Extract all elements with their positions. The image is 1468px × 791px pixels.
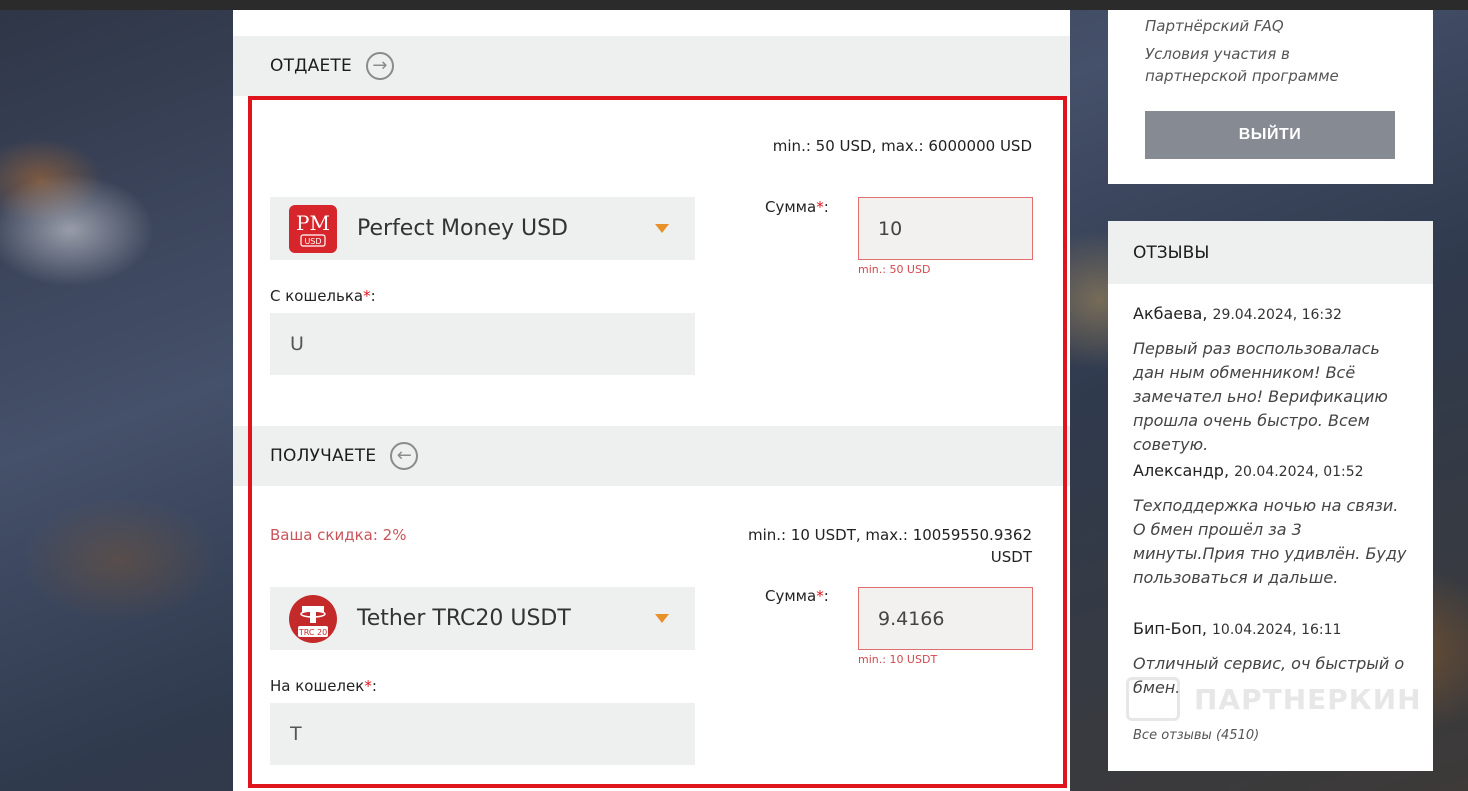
give-title: ОТДАЕТЕ	[270, 56, 352, 76]
arrow-right-circle-icon[interactable]: →	[365, 52, 394, 80]
review-author: Бип-Боп,	[1133, 619, 1207, 638]
receive-section-header: ПОЛУЧАЕТЕ ←	[233, 426, 1070, 486]
give-section-header: ОТДАЕТЕ →	[233, 36, 1070, 96]
review-item: Бип-Боп, 10.04.2024, 16:11 Отличный серв…	[1133, 619, 1413, 700]
tether-logo-icon: TRC 20	[289, 594, 337, 643]
receive-limits: min.: 10 USDT, max.: 10059550.9362 USDT	[747, 526, 1032, 566]
review-item: Александр, 20.04.2024, 01:52 Техподдержк…	[1133, 461, 1413, 590]
discount-text: Ваша скидка: 2%	[270, 526, 407, 544]
reviews-title: ОТЗЫВЫ	[1133, 242, 1210, 263]
give-sum-input[interactable]	[858, 197, 1033, 260]
reviews-panel: ОТЗЫВЫ Акбаева, 29.04.2024, 16:32 Первый…	[1108, 221, 1433, 771]
all-reviews-link[interactable]: Все отзывы (4510)	[1133, 728, 1259, 743]
receive-sum-label: Сумма*:	[765, 587, 829, 605]
perfect-money-logo-icon: PM USD	[289, 204, 337, 253]
partner-faq-link[interactable]: Партнёрский FAQ	[1145, 15, 1284, 37]
review-date: 29.04.2024, 16:32	[1212, 307, 1342, 323]
chevron-down-icon	[655, 224, 669, 233]
receive-sum-input[interactable]	[858, 587, 1033, 650]
receive-sum-hint: min.: 10 USDT	[858, 653, 938, 666]
give-sum-label: Сумма*:	[765, 198, 829, 216]
logout-button[interactable]: ВЫЙТИ	[1145, 111, 1395, 159]
partner-panel: Партнёрский FAQ Условия участия в партне…	[1108, 10, 1433, 184]
top-bar	[0, 0, 1468, 10]
arrow-left-circle-icon[interactable]: ←	[390, 442, 419, 470]
review-item: Акбаева, 29.04.2024, 16:32 Первый раз во…	[1133, 304, 1413, 457]
review-text: Отличный сервис, оч быстрый о бмен.	[1133, 654, 1405, 697]
receive-currency-select[interactable]: TRC 20 Tether TRC20 USDT	[270, 587, 695, 650]
review-author: Александр,	[1133, 461, 1230, 480]
review-date: 20.04.2024, 01:52	[1234, 464, 1364, 480]
exchange-form: ОТДАЕТЕ → min.: 50 USD, max.: 6000000 US…	[233, 10, 1070, 791]
give-sum-hint: min.: 50 USD	[858, 263, 931, 276]
chevron-down-icon	[655, 614, 669, 623]
give-currency-select[interactable]: PM USD Perfect Money USD	[270, 197, 695, 260]
review-text: Техподдержка ночью на связи. О бмен прош…	[1133, 496, 1407, 587]
pm-logo-subtext: USD	[304, 237, 321, 246]
give-wallet-input[interactable]	[270, 313, 695, 375]
receive-wallet-label: На кошелек*:	[270, 677, 377, 695]
review-author: Акбаева,	[1133, 304, 1208, 323]
receive-title: ПОЛУЧАЕТЕ	[270, 446, 377, 466]
pm-logo-text: PM	[296, 211, 330, 235]
give-wallet-label: С кошелька*:	[270, 287, 376, 305]
review-date: 10.04.2024, 16:11	[1212, 622, 1342, 638]
review-text: Первый раз воспользовалась дан ным обмен…	[1133, 339, 1388, 454]
tether-logo-badge: TRC 20	[298, 628, 327, 637]
give-currency-label: Perfect Money USD	[357, 216, 568, 241]
receive-currency-label: Tether TRC20 USDT	[357, 606, 571, 631]
give-limits: min.: 50 USD, max.: 6000000 USD	[772, 137, 1032, 155]
reviews-header: ОТЗЫВЫ	[1108, 221, 1433, 284]
receive-wallet-input[interactable]	[270, 703, 695, 765]
partner-terms-link[interactable]: Условия участия в партнерской программе	[1145, 43, 1339, 87]
